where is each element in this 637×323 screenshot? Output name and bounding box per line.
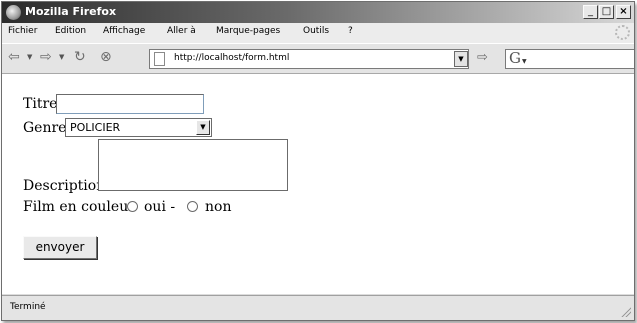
- radio-non[interactable]: [187, 201, 198, 212]
- description-textarea[interactable]: [98, 139, 288, 191]
- throbber-icon: [615, 25, 630, 40]
- search-box[interactable]: G ▼: [505, 49, 634, 69]
- genre-select[interactable]: POLICIER ▼: [65, 118, 212, 137]
- description-label: Description: [23, 178, 106, 194]
- envoyer-button[interactable]: envoyer: [23, 236, 97, 259]
- forward-dropdown-icon[interactable]: ▼: [59, 53, 64, 61]
- stop-icon[interactable]: ⊗: [100, 49, 112, 65]
- menu-affichage[interactable]: Affichage: [103, 26, 145, 36]
- genre-selected-value: POLICIER: [70, 121, 121, 134]
- title-bar: Mozilla Firefox _ □ ×: [2, 2, 634, 23]
- titre-label: Titre: [23, 96, 58, 112]
- page-content: Titre Genre POLICIER ▼ Description Film …: [2, 74, 634, 294]
- back-dropdown-icon[interactable]: ▼: [27, 53, 32, 61]
- search-engine-icon[interactable]: G: [509, 50, 521, 67]
- search-engine-dropdown-icon[interactable]: ▼: [522, 58, 527, 65]
- genre-label: Genre: [23, 120, 67, 136]
- browser-window: Mozilla Firefox _ □ × Fichier Edition Af…: [1, 1, 635, 321]
- status-bar: Terminé: [2, 295, 634, 320]
- navigation-toolbar: ⇦ ▼ ⇨ ▼ ↻ ⊗ http://localhost/form.html ▼…: [2, 43, 634, 74]
- reload-icon[interactable]: ↻: [74, 49, 86, 65]
- oui-label: oui -: [144, 199, 176, 215]
- minimize-button[interactable]: _: [583, 5, 598, 19]
- forward-icon[interactable]: ⇨: [40, 49, 52, 65]
- radio-oui[interactable]: [127, 201, 138, 212]
- menu-aide[interactable]: ?: [348, 26, 353, 36]
- close-button[interactable]: ×: [616, 5, 631, 19]
- menu-edition[interactable]: Edition: [55, 26, 86, 36]
- status-text: Terminé: [10, 302, 46, 312]
- back-icon[interactable]: ⇦: [8, 49, 20, 65]
- titre-input[interactable]: [56, 94, 204, 114]
- menu-marque-pages[interactable]: Marque-pages: [216, 26, 280, 36]
- menu-fichier[interactable]: Fichier: [8, 26, 37, 36]
- url-text[interactable]: http://localhost/form.html: [174, 53, 289, 63]
- resize-grip-icon[interactable]: [621, 307, 631, 317]
- menu-bar: Fichier Edition Affichage Aller à Marque…: [2, 23, 634, 43]
- non-label: non: [205, 199, 232, 215]
- url-bar[interactable]: http://localhost/form.html ▼: [149, 49, 469, 69]
- window-title: Mozilla Firefox: [25, 5, 117, 18]
- chevron-down-icon[interactable]: ▼: [196, 120, 210, 135]
- page-icon: [154, 52, 165, 66]
- url-dropdown-icon[interactable]: ▼: [454, 51, 468, 67]
- couleur-label: Film en couleur: [23, 199, 135, 215]
- firefox-logo-icon: [6, 5, 21, 20]
- menu-aller-a[interactable]: Aller à: [167, 26, 196, 36]
- maximize-button[interactable]: □: [599, 5, 614, 19]
- menu-outils[interactable]: Outils: [303, 26, 329, 36]
- go-icon[interactable]: ⇨: [477, 50, 488, 65]
